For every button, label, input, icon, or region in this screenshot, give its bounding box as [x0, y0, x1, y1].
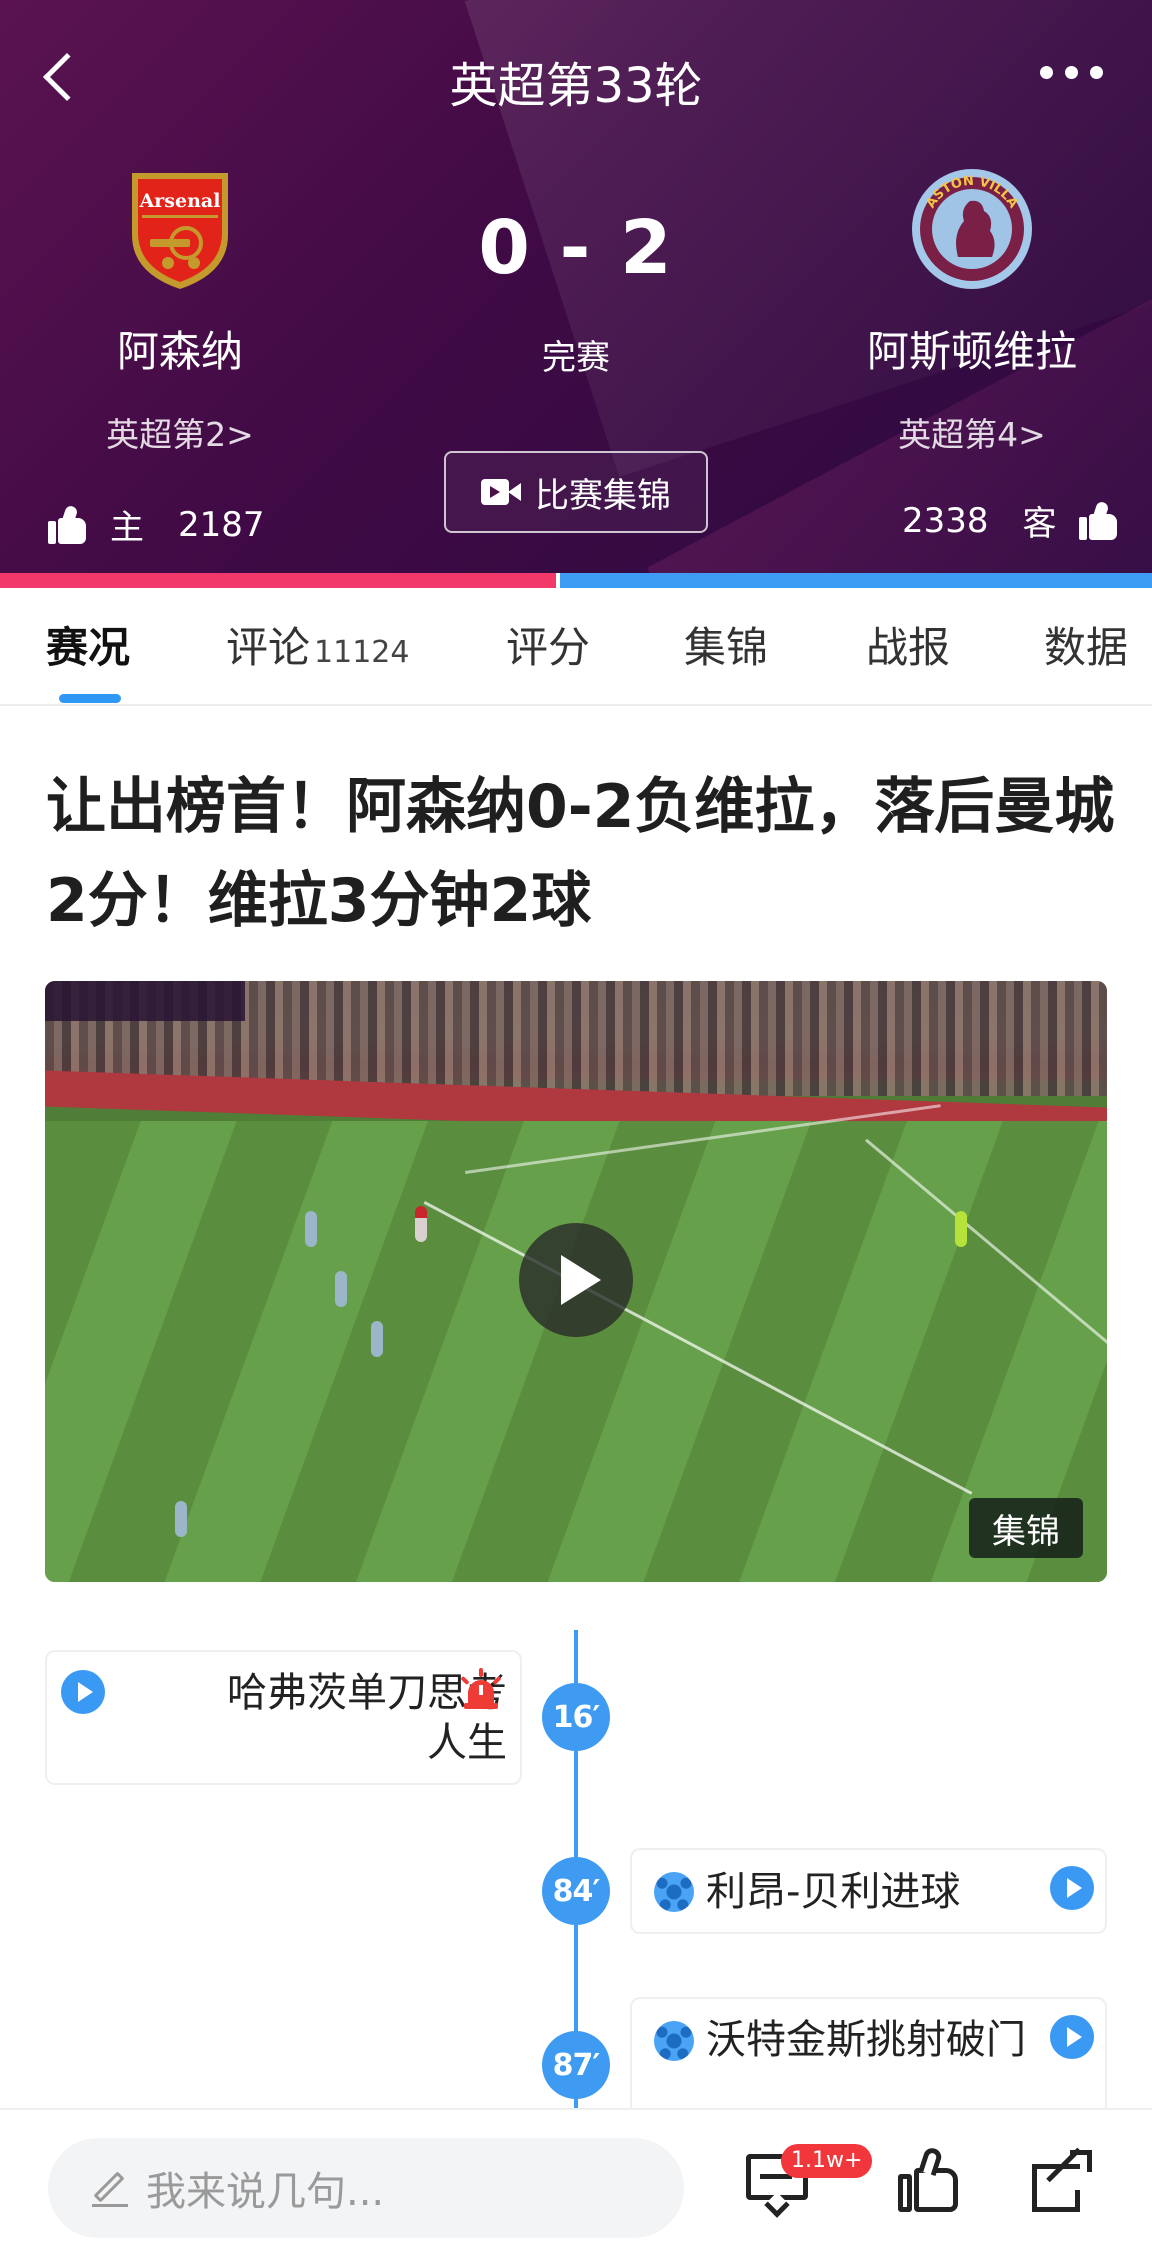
football-icon	[654, 2021, 694, 2061]
timeline-event[interactable]: 哈弗茨单刀思考人生	[45, 1650, 522, 1785]
timeline-event[interactable]: 利昂-贝利进球	[630, 1848, 1107, 1934]
event-text: 沃特金斯挑射破门	[706, 2017, 1026, 2063]
round-title: 英超第33轮	[449, 58, 703, 114]
event-text: 利昂-贝利进球	[706, 1869, 961, 1915]
event-minute: 87′	[542, 2031, 610, 2099]
tab-comments[interactable]: 评论 11124	[226, 614, 409, 675]
away-team-rank[interactable]: 英超第4>	[792, 408, 1152, 456]
match-page: 英超第33轮 Arsenal 阿森纳 英超第2> 0 - 2 完赛 比赛集锦 A…	[0, 0, 1152, 2262]
highlight-video[interactable]: 集锦	[45, 981, 1107, 1582]
article-headline[interactable]: 让出榜首！阿森纳0-2负维拉，落后曼城2分！维拉3分钟2球	[46, 760, 1116, 948]
football-icon	[654, 1872, 694, 1912]
play-icon[interactable]	[61, 1670, 105, 1714]
play-icon[interactable]	[1050, 1866, 1094, 1910]
tab-report[interactable]: 战报	[866, 614, 950, 675]
tab-bar: 赛况 评论 11124 评分 集锦 战报 数据	[0, 588, 1152, 706]
highlights-button[interactable]: 比赛集锦	[444, 451, 708, 533]
home-team-name[interactable]: 阿森纳	[0, 318, 360, 379]
play-icon[interactable]	[519, 1223, 633, 1337]
active-tab-indicator	[59, 694, 121, 703]
bottom-action-bar: 我来说几句... 1.1w+	[0, 2108, 1152, 2262]
event-minute: 16′	[542, 1683, 610, 1751]
home-team-logo[interactable]: Arsenal	[116, 165, 244, 293]
away-support-bar	[560, 573, 1152, 588]
tab-stats[interactable]: 数据	[1044, 614, 1128, 675]
away-like-button[interactable]: 2338 客	[902, 496, 1119, 545]
video-badge: 集锦	[969, 1498, 1083, 1558]
match-header: 英超第33轮 Arsenal 阿森纳 英超第2> 0 - 2 完赛 比赛集锦 A…	[0, 0, 1152, 573]
event-minute: 84′	[542, 1857, 610, 1925]
tab-ratings[interactable]: 评分	[506, 614, 590, 675]
thumbs-up-icon[interactable]	[898, 2145, 962, 2214]
comment-count-badge: 1.1w+	[781, 2144, 873, 2178]
share-icon[interactable]	[1030, 2147, 1094, 2214]
highlights-button-label: 比赛集锦	[535, 475, 671, 516]
away-team-logo[interactable]: ASTON VILLA	[908, 165, 1036, 293]
away-team-name[interactable]: 阿斯顿维拉	[792, 318, 1152, 379]
home-support-bar	[0, 573, 557, 588]
tab-live[interactable]: 赛况	[46, 614, 130, 675]
thumbs-up-icon	[48, 504, 88, 544]
home-team-rank[interactable]: 英超第2>	[0, 408, 360, 456]
support-ratio-bar	[0, 573, 1152, 588]
match-score: 0 - 2	[478, 205, 674, 291]
away-side-label: 客	[1022, 504, 1057, 544]
more-options-icon[interactable]	[1040, 66, 1112, 90]
event-text: 哈弗茨单刀思考人生	[227, 1670, 507, 1766]
pencil-icon	[92, 2170, 128, 2207]
thumbs-up-icon	[1078, 500, 1119, 540]
play-icon[interactable]	[1050, 2015, 1094, 2059]
comment-count: 11124	[314, 635, 410, 670]
away-like-count: 2338	[902, 500, 989, 541]
home-logo-text: Arsenal	[139, 190, 221, 212]
tab-highlights[interactable]: 集锦	[684, 614, 768, 675]
comment-placeholder: 我来说几句...	[146, 2169, 385, 2215]
home-like-button[interactable]: 主 2187	[48, 500, 265, 549]
video-camera-icon	[481, 477, 521, 507]
comment-input[interactable]: 我来说几句...	[48, 2138, 684, 2238]
home-like-count: 2187	[178, 504, 265, 545]
home-side-label: 主	[110, 508, 144, 548]
match-status: 完赛	[542, 338, 610, 378]
alarm-icon	[460, 1668, 502, 1710]
